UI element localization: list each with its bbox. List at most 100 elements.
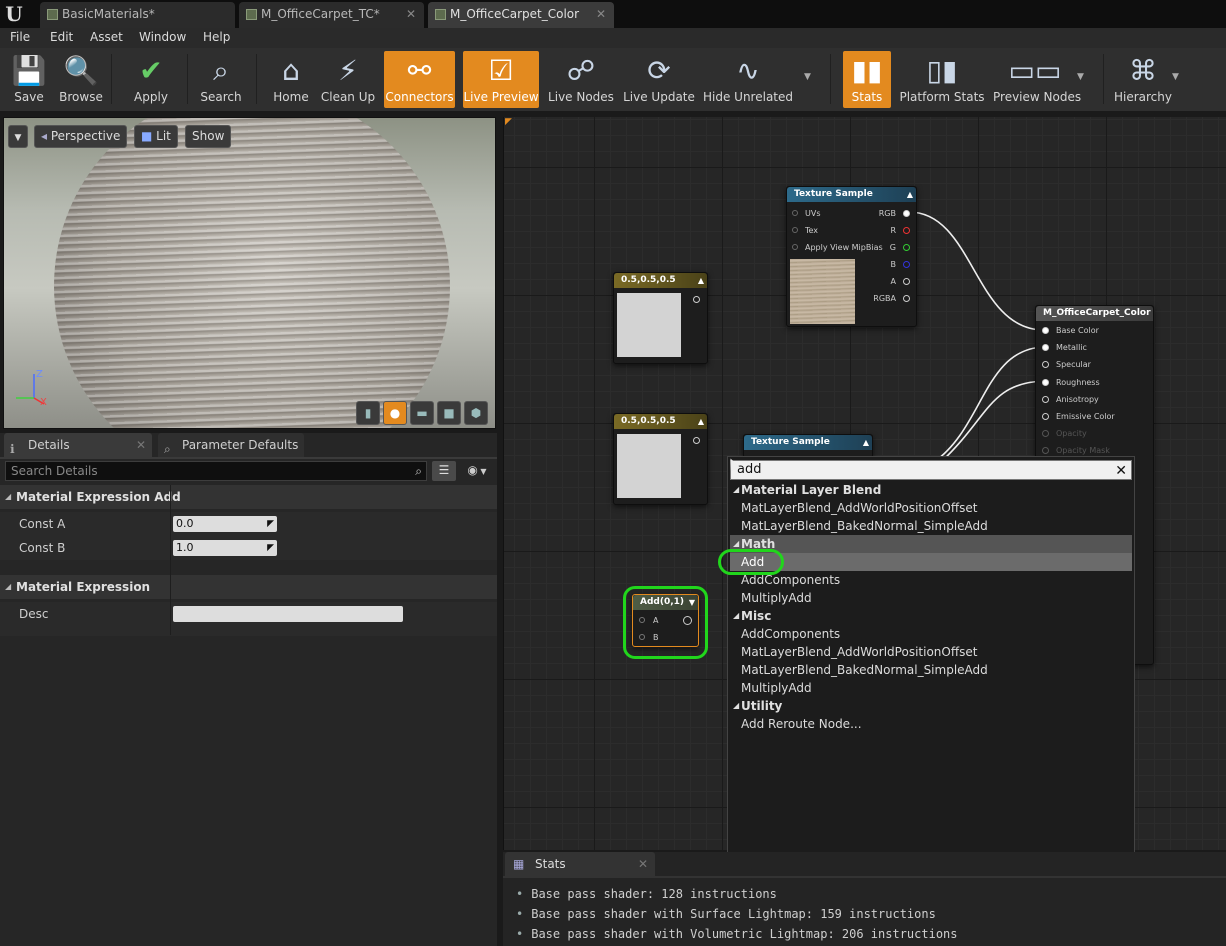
- preview-cube-button[interactable]: ■: [437, 401, 461, 425]
- category-math[interactable]: ◢ Math: [730, 535, 1132, 553]
- show-button[interactable]: Show: [185, 125, 232, 148]
- toolbar-divider: [1103, 54, 1104, 104]
- tab-stats[interactable]: ▦ Stats ✕: [505, 852, 655, 876]
- live-update-button[interactable]: ⟳ Live Update: [623, 51, 695, 108]
- browse-button[interactable]: 🔍 Browse: [56, 51, 106, 108]
- home-button[interactable]: ⌂ Home: [266, 51, 316, 108]
- category-material-layer-blend[interactable]: ◢ Material Layer Blend: [730, 481, 1132, 499]
- hide-unrelated-button[interactable]: ∿ Hide Unrelated: [703, 51, 793, 108]
- input-pin-roughness[interactable]: Roughness: [1042, 378, 1100, 387]
- perspective-button[interactable]: ◂ Perspective: [34, 125, 128, 148]
- menu-item[interactable]: Add Reroute Node...: [730, 715, 1132, 733]
- output-pin-r[interactable]: [903, 227, 910, 234]
- category-material-expression[interactable]: ◢ Material Expression: [0, 575, 497, 599]
- preview-viewport[interactable]: ▼ ◂ Perspective ■ Lit Show Z X ▮ ● ▬ ■ ⬢: [3, 117, 496, 429]
- chevron-down-icon[interactable]: ▼: [1077, 72, 1084, 82]
- menu-help[interactable]: Help: [203, 28, 230, 48]
- collapse-arrow-icon[interactable]: ▲: [907, 190, 913, 199]
- live-preview-button[interactable]: ☑ Live Preview: [463, 51, 539, 108]
- close-icon[interactable]: ✕: [406, 2, 416, 26]
- const-b-input[interactable]: 1.0 ◤: [173, 540, 277, 556]
- output-pin-a[interactable]: [903, 278, 910, 285]
- chevron-down-icon[interactable]: ▼: [1172, 72, 1179, 82]
- collapse-arrow-icon[interactable]: ▲: [698, 276, 704, 285]
- preview-teapot-button[interactable]: ⬢: [464, 401, 488, 425]
- menu-window[interactable]: Window: [139, 28, 186, 48]
- save-button[interactable]: 💾 Save: [4, 51, 54, 108]
- preview-sphere-button[interactable]: ●: [383, 401, 407, 425]
- category-misc[interactable]: ◢ Misc: [730, 607, 1132, 625]
- output-pin-rgba[interactable]: [903, 295, 910, 302]
- input-pin-specular[interactable]: Specular: [1042, 360, 1091, 369]
- menu-file[interactable]: File: [10, 28, 30, 48]
- menu-item[interactable]: MatLayerBlend_AddWorldPositionOffset: [730, 643, 1132, 661]
- clean-up-button[interactable]: ⚡ Clean Up: [320, 51, 376, 108]
- close-icon[interactable]: ✕: [136, 433, 146, 457]
- input-pin-mipbias[interactable]: Apply View MipBias: [792, 243, 883, 252]
- live-nodes-icon: ☍: [566, 54, 596, 87]
- tab-parameter-defaults[interactable]: ⌕ Parameter Defaults: [158, 433, 304, 457]
- lit-button[interactable]: ■ Lit: [134, 125, 178, 148]
- menu-item[interactable]: MatLayerBlend_BakedNormal_SimpleAdd: [730, 661, 1132, 679]
- constant3vector-node[interactable]: 0.5,0.5,0.5 ▲: [613, 272, 708, 364]
- tab-basic-materials[interactable]: BasicMaterials*: [40, 2, 235, 28]
- menu-item[interactable]: MultiplyAdd: [730, 679, 1132, 697]
- input-pin-opacity[interactable]: Opacity: [1042, 429, 1087, 438]
- platform-stats-button[interactable]: ▯▮ Platform Stats: [899, 51, 985, 108]
- refresh-icon: ⟳: [647, 54, 671, 87]
- menu-item-add-selected[interactable]: Add: [730, 553, 1132, 571]
- input-pin-anisotropy[interactable]: Anisotropy: [1042, 395, 1099, 404]
- texture-sample-node[interactable]: Texture Sample ▲: [743, 434, 873, 458]
- const-a-input[interactable]: 0.0 ◤: [173, 516, 277, 532]
- connectors-icon: ⚯: [407, 54, 432, 87]
- output-pin-g[interactable]: [903, 244, 910, 251]
- category-utility[interactable]: ◢ Utility: [730, 697, 1132, 715]
- preview-cylinder-button[interactable]: ▮: [356, 401, 380, 425]
- live-preview-label: Live Preview: [463, 90, 539, 104]
- menu-item[interactable]: MultiplyAdd: [730, 589, 1132, 607]
- output-pin-b[interactable]: [903, 261, 910, 268]
- input-pin-uvs[interactable]: UVs: [792, 209, 821, 218]
- input-pin-base-color[interactable]: Base Color: [1042, 326, 1099, 335]
- preview-nodes-button[interactable]: ▭▭ Preview Nodes: [993, 51, 1081, 108]
- list-view-button[interactable]: ☰: [432, 461, 456, 481]
- collapse-arrow-icon[interactable]: ▲: [698, 417, 704, 426]
- hierarchy-button[interactable]: ⌘ Hierarchy: [1113, 51, 1173, 108]
- live-nodes-button[interactable]: ☍ Live Nodes: [547, 51, 615, 108]
- menu-item[interactable]: AddComponents: [730, 571, 1132, 589]
- output-pin[interactable]: [693, 437, 700, 444]
- chevron-down-icon[interactable]: ▼: [804, 72, 811, 82]
- input-pin-tex[interactable]: Tex: [792, 226, 818, 235]
- desc-input[interactable]: [173, 606, 403, 622]
- tab-details[interactable]: ℹ Details ✕: [4, 433, 152, 457]
- menu-item[interactable]: MatLayerBlend_AddWorldPositionOffset: [730, 499, 1132, 517]
- menu-edit[interactable]: Edit: [50, 28, 73, 48]
- constant3vector-node[interactable]: 0.5,0.5,0.5 ▲: [613, 413, 708, 505]
- close-icon[interactable]: ✕: [1115, 462, 1127, 480]
- collapse-arrow-icon: ◢: [733, 611, 740, 620]
- viewport-options-button[interactable]: ▼: [8, 125, 28, 148]
- close-icon[interactable]: ✕: [596, 2, 606, 26]
- search-details-input[interactable]: Search Details ⌕: [5, 461, 427, 481]
- menu-asset[interactable]: Asset: [90, 28, 123, 48]
- category-material-expression-add[interactable]: ◢ Material Expression Add: [0, 485, 497, 509]
- stats-button[interactable]: ▮▮ Stats: [843, 51, 891, 108]
- apply-button[interactable]: ✔ Apply: [124, 51, 178, 108]
- context-search-input[interactable]: add ✕: [730, 460, 1132, 480]
- menu-item[interactable]: MatLayerBlend_BakedNormal_SimpleAdd: [730, 517, 1132, 535]
- output-pin[interactable]: [693, 296, 700, 303]
- output-pin-rgb[interactable]: [903, 210, 910, 217]
- input-pin-emissive[interactable]: Emissive Color: [1042, 412, 1115, 421]
- close-icon[interactable]: ✕: [638, 852, 648, 876]
- tab-office-carpet-color[interactable]: M_OfficeCarpet_Color ✕: [428, 2, 614, 28]
- search-button[interactable]: ⌕ Search: [196, 51, 246, 108]
- collapse-arrow-icon[interactable]: ▲: [863, 438, 869, 447]
- preview-plane-button[interactable]: ▬: [410, 401, 434, 425]
- connectors-button[interactable]: ⚯ Connectors: [384, 51, 455, 108]
- input-pin-opacity-mask[interactable]: Opacity Mask: [1042, 446, 1110, 455]
- menu-item[interactable]: AddComponents: [730, 625, 1132, 643]
- tab-office-carpet-tc[interactable]: M_OfficeCarpet_TC* ✕: [239, 2, 424, 28]
- texture-sample-node[interactable]: Texture Sample ▲ UVs Tex Apply View MipB…: [786, 186, 917, 327]
- view-options-button[interactable]: ◉ ▼: [461, 461, 493, 481]
- input-pin-metallic[interactable]: Metallic: [1042, 343, 1087, 352]
